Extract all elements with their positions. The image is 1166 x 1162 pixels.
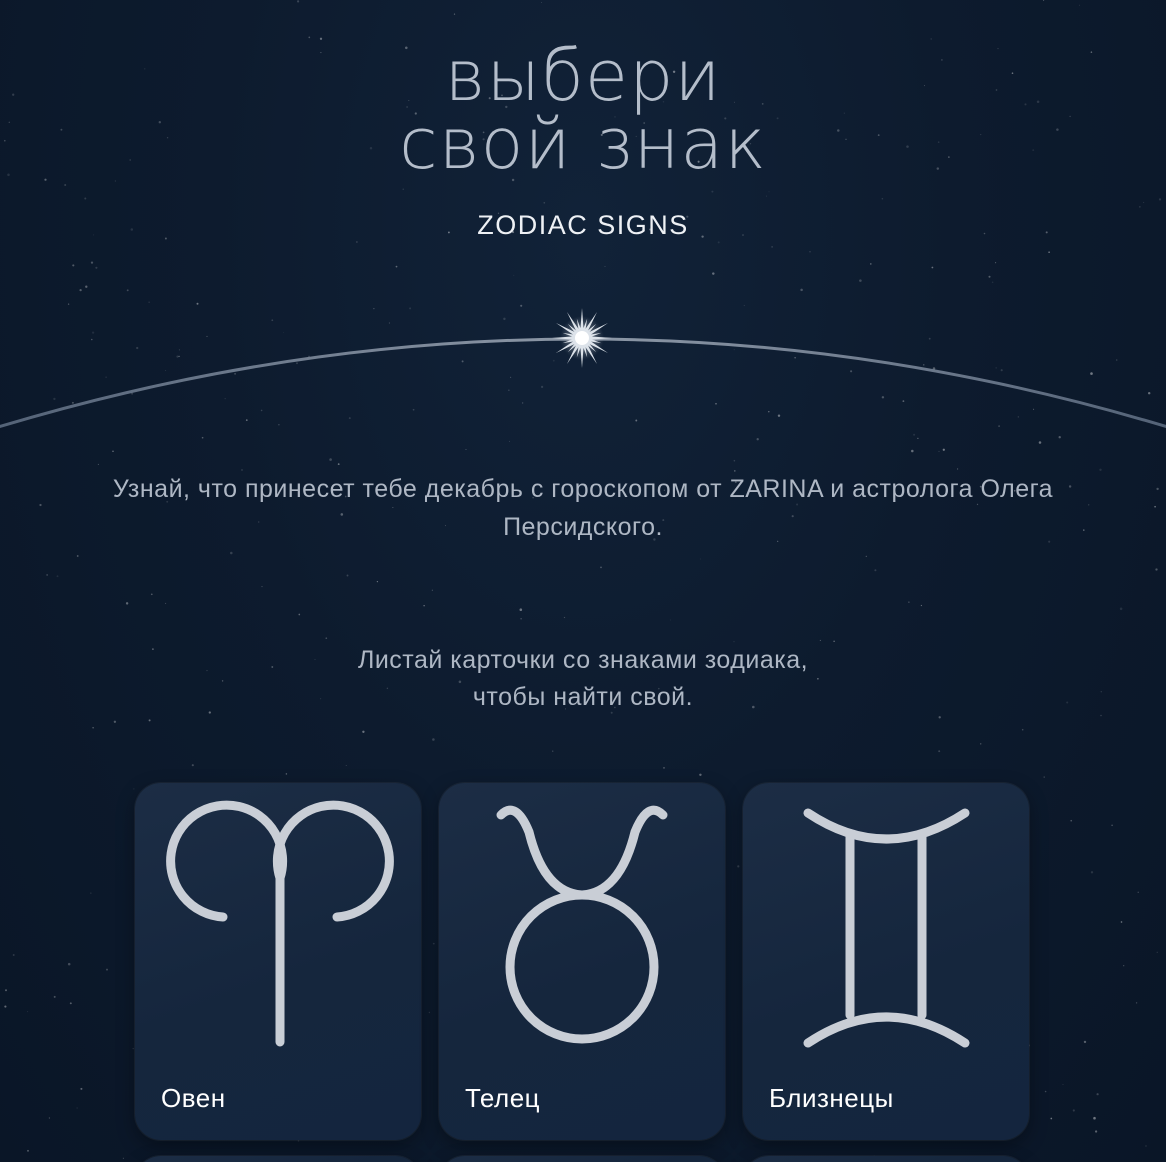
zodiac-card-gemini[interactable]: Близнецы (743, 783, 1029, 1140)
horizon-arc (0, 308, 1166, 429)
taurus-icon (496, 805, 668, 1044)
zodiac-card-next-row[interactable] (743, 1156, 1029, 1162)
hint-line-1: Листай карточки со знаками зодиака, (357, 646, 809, 674)
intro-line-2: Персидского. (503, 513, 663, 541)
page-subtitle: ZODIAC SIGNS (477, 210, 689, 240)
zodiac-card-aries[interactable]: Овен (135, 783, 421, 1140)
card-label: Овен (161, 1083, 226, 1113)
aries-icon (166, 800, 394, 1047)
gemini-icon (803, 808, 970, 1048)
intro-text: Узнай, что принесет тебе декабрь с горос… (0, 470, 1166, 546)
title-line-1: выбери (444, 35, 722, 117)
zodiac-card-next-row[interactable] (135, 1156, 421, 1162)
intro-line-1: Узнай, что принесет тебе декабрь с горос… (112, 475, 1054, 503)
star-burst-icon (552, 308, 612, 368)
swipe-hint-text: Листай карточки со знаками зодиака, чтоб… (0, 642, 1166, 716)
card-label: Телец (465, 1083, 541, 1113)
hint-line-2: чтобы найти свой. (472, 683, 694, 711)
card-label: Близнецы (769, 1083, 894, 1113)
page-title: выбери свой знак (0, 35, 1166, 185)
zodiac-card-next-row[interactable] (439, 1156, 725, 1162)
zodiac-card-taurus[interactable]: Телец (439, 783, 725, 1140)
title-line-2: свой знак (399, 103, 767, 185)
